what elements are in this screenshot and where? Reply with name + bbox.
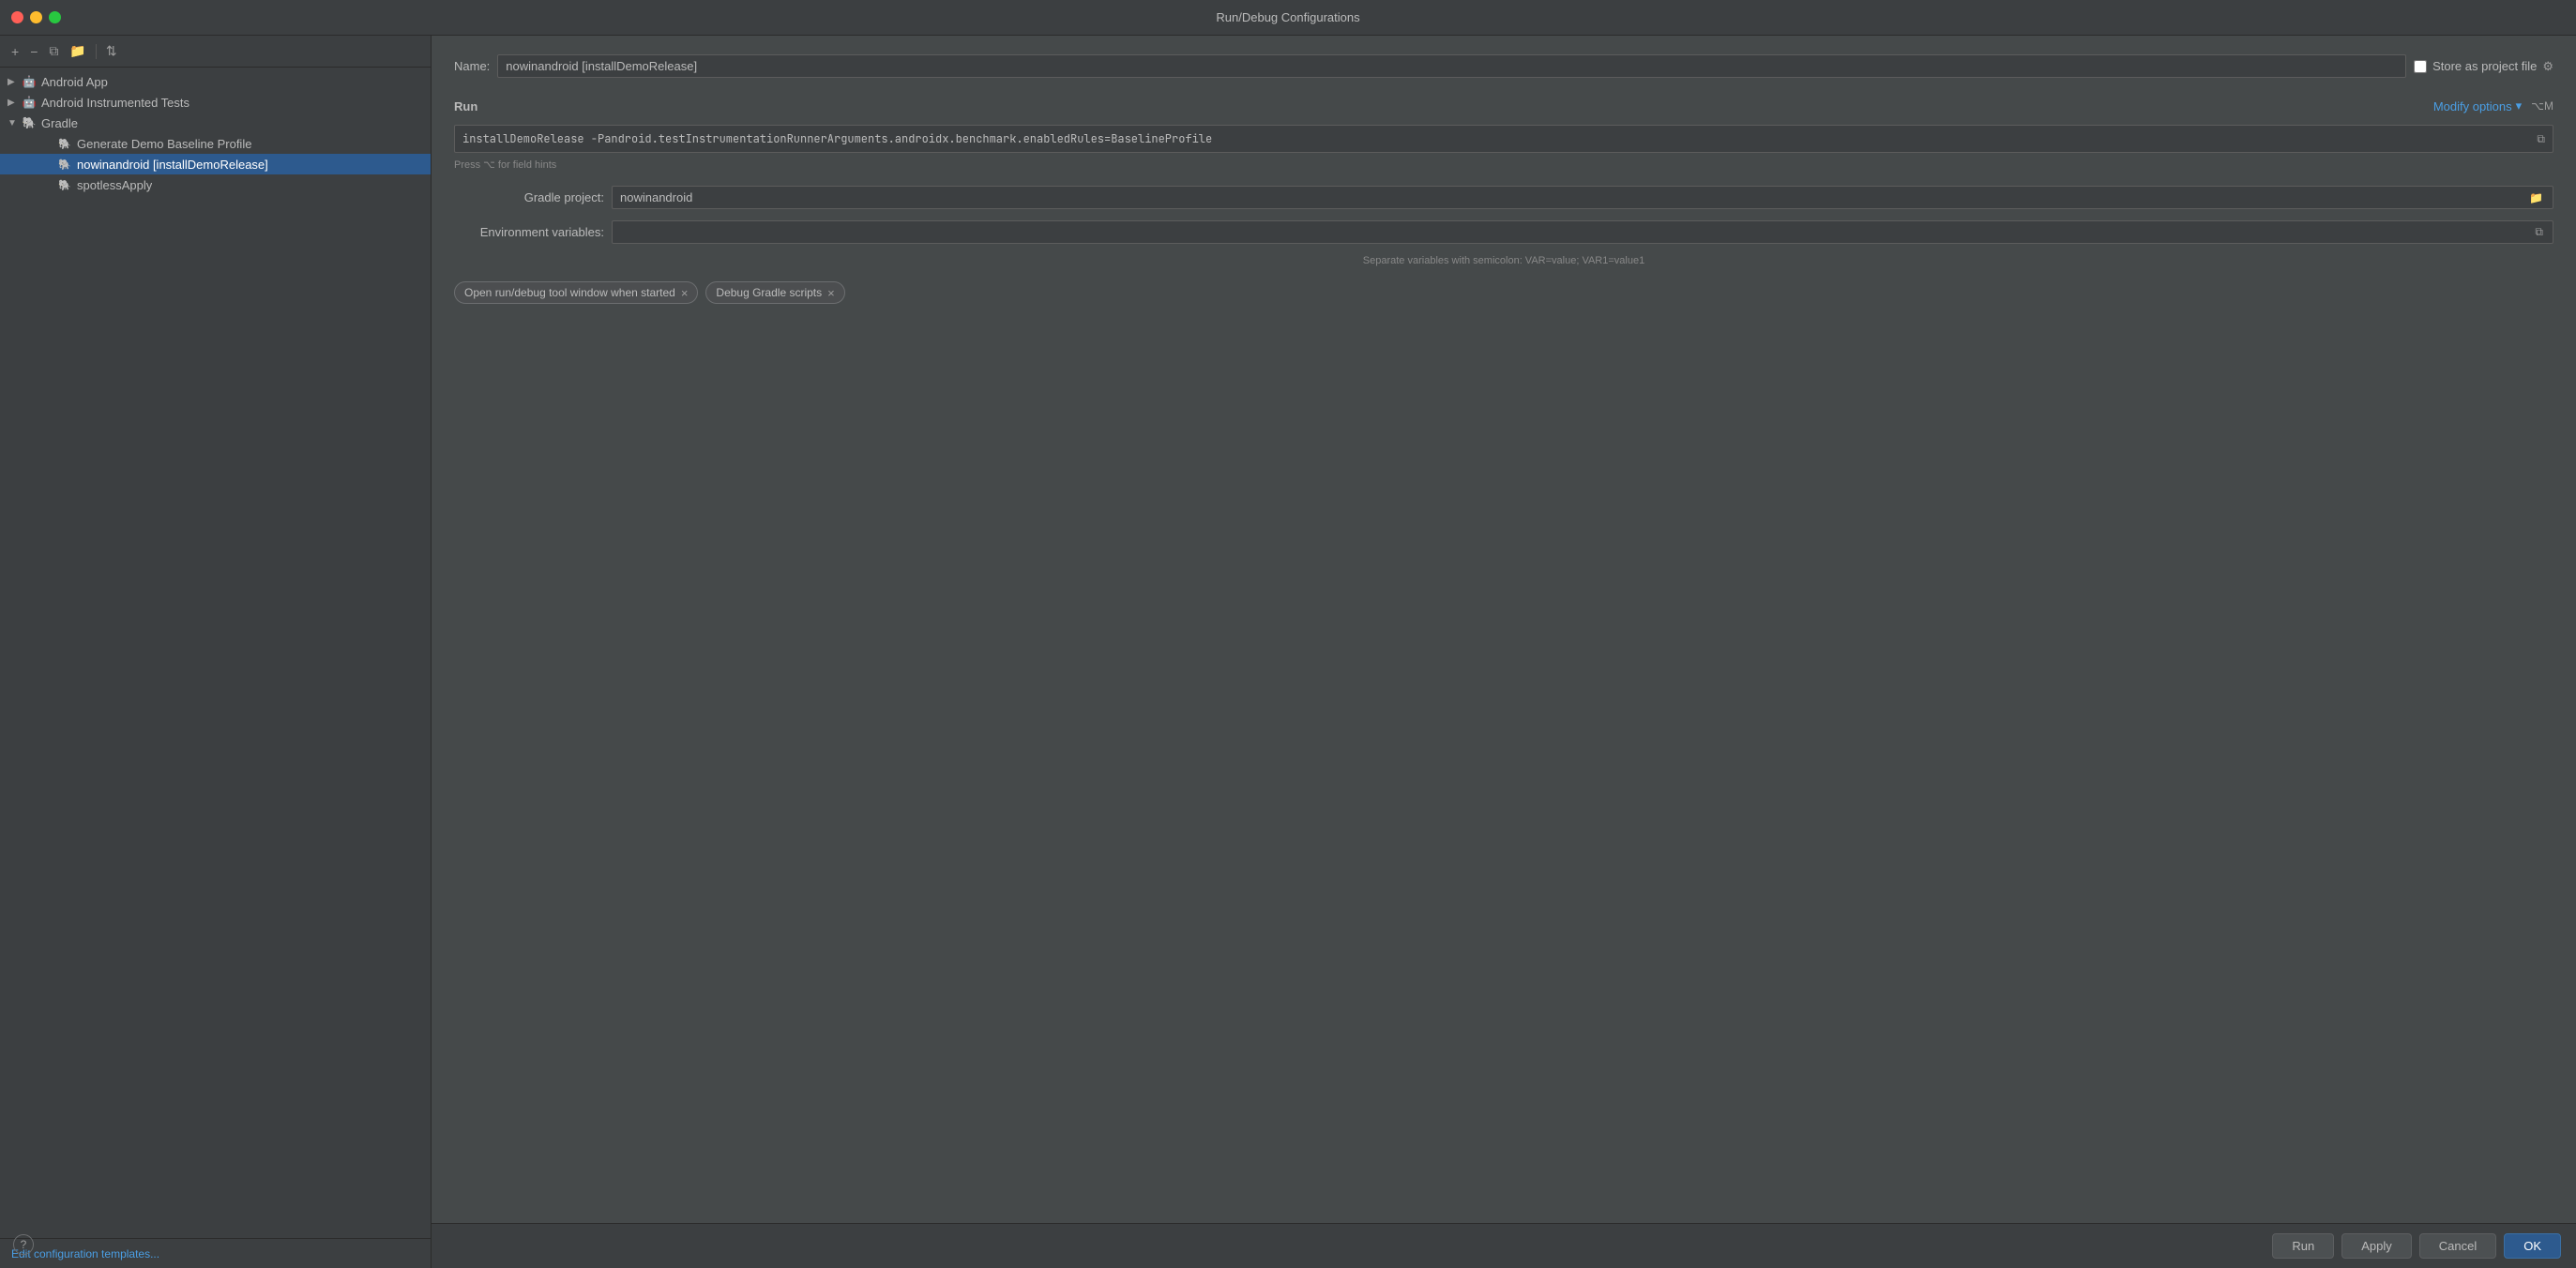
window-controls[interactable] bbox=[11, 11, 61, 23]
android-instrumented-icon: 🤖 bbox=[21, 95, 38, 110]
chevron-right-icon: ▶ bbox=[8, 77, 21, 87]
env-hint: Separate variables with semicolon: VAR=v… bbox=[454, 255, 2553, 266]
minimize-button[interactable] bbox=[30, 11, 42, 23]
tag-debug-gradle-label: Debug Gradle scripts bbox=[716, 286, 822, 299]
tree-item-label: nowinandroid [installDemoRelease] bbox=[77, 158, 268, 172]
modify-options-shortcut: ⌥M bbox=[2531, 99, 2553, 113]
run-section-title: Run bbox=[454, 99, 477, 113]
env-variables-row: Environment variables: ⧉ bbox=[454, 220, 2553, 244]
run-button[interactable]: Run bbox=[2272, 1233, 2334, 1259]
sidebar: + − ⧉ 📁 ⇅ ▶ 🤖 Android App bbox=[0, 36, 432, 1268]
chevron-right-icon: ▶ bbox=[8, 98, 21, 108]
run-command-text: installDemoRelease -Pandroid.testInstrum… bbox=[462, 131, 2529, 146]
tag-open-window-label: Open run/debug tool window when started bbox=[464, 286, 675, 299]
field-hints: Press ⌥ for field hints bbox=[454, 158, 2553, 171]
main-layout: + − ⧉ 📁 ⇅ ▶ 🤖 Android App bbox=[0, 36, 2576, 1268]
apply-button[interactable]: Apply bbox=[2341, 1233, 2412, 1259]
window-title: Run/Debug Configurations bbox=[1216, 10, 1359, 24]
name-label: Name: bbox=[454, 59, 490, 73]
gradle-task-icon: 🐘 bbox=[56, 177, 73, 192]
tree-item-generate-demo[interactable]: 🐘 Generate Demo Baseline Profile bbox=[0, 133, 431, 154]
name-row: Name: Store as project file ⚙ bbox=[454, 54, 2553, 78]
remove-config-button[interactable]: − bbox=[26, 42, 41, 61]
copy-command-icon[interactable]: ⧉ bbox=[2537, 132, 2545, 146]
copy-config-button[interactable]: ⧉ bbox=[45, 41, 62, 61]
tree-item-nowinandroid[interactable]: 🐘 nowinandroid [installDemoRelease] bbox=[0, 154, 431, 174]
help-button[interactable]: ? bbox=[13, 1234, 34, 1255]
add-config-button[interactable]: + bbox=[8, 42, 23, 61]
tag-open-window: Open run/debug tool window when started … bbox=[454, 281, 698, 304]
tree-item-label: Generate Demo Baseline Profile bbox=[77, 137, 251, 151]
tree-item-label: Gradle bbox=[41, 116, 78, 130]
tree-item-android-instrumented[interactable]: ▶ 🤖 Android Instrumented Tests bbox=[0, 92, 431, 113]
tree-item-android-app[interactable]: ▶ 🤖 Android App bbox=[0, 71, 431, 92]
cancel-button[interactable]: Cancel bbox=[2419, 1233, 2496, 1259]
toolbar-separator bbox=[96, 44, 97, 59]
modify-options-label: Modify options bbox=[2433, 99, 2512, 113]
gradle-icon: 🐘 bbox=[21, 115, 38, 130]
tree-item-label: Android Instrumented Tests bbox=[41, 96, 189, 110]
copy-icon: ⧉ bbox=[49, 43, 58, 59]
gradle-project-row: Gradle project: 📁 bbox=[454, 186, 2553, 209]
tag-debug-gradle: Debug Gradle scripts × bbox=[705, 281, 844, 304]
store-project-row: Store as project file ⚙ bbox=[2414, 59, 2553, 74]
ok-button[interactable]: OK bbox=[2504, 1233, 2561, 1259]
action-bar: Run Apply Cancel OK bbox=[432, 1223, 2576, 1268]
sort-button[interactable]: ⇅ bbox=[102, 41, 121, 61]
config-content: Name: Store as project file ⚙ Run Modify… bbox=[432, 36, 2576, 1223]
run-section-header: Run Modify options ▾ ⌥M bbox=[454, 97, 2553, 115]
tags-row: Open run/debug tool window when started … bbox=[454, 281, 2553, 304]
sort-icon: ⇅ bbox=[106, 43, 117, 59]
tree-item-label: Android App bbox=[41, 75, 108, 89]
folder-browse-icon[interactable]: 📁 bbox=[2527, 191, 2545, 204]
sidebar-tree: ▶ 🤖 Android App ▶ 🤖 Android Instrumented… bbox=[0, 68, 431, 1238]
modify-options-button[interactable]: Modify options ▾ bbox=[2430, 97, 2525, 115]
gradle-project-label: Gradle project: bbox=[454, 190, 604, 204]
close-button[interactable] bbox=[11, 11, 23, 23]
tree-item-spotless-apply[interactable]: 🐘 spotlessApply bbox=[0, 174, 431, 195]
tree-item-gradle[interactable]: ▼ 🐘 Gradle bbox=[0, 113, 431, 133]
folder-button[interactable]: 📁 bbox=[66, 41, 89, 61]
tag-open-window-close[interactable]: × bbox=[681, 287, 689, 299]
android-app-icon: 🤖 bbox=[21, 74, 38, 89]
env-edit-icon[interactable]: ⧉ bbox=[2533, 225, 2545, 239]
minus-icon: − bbox=[30, 44, 38, 59]
chevron-down-icon: ▼ bbox=[8, 118, 21, 128]
right-panel: Name: Store as project file ⚙ Run Modify… bbox=[432, 36, 2576, 1268]
plus-icon: + bbox=[11, 44, 19, 59]
store-project-label: Store as project file bbox=[2432, 59, 2537, 73]
gradle-task-icon: 🐘 bbox=[56, 157, 73, 172]
chevron-down-icon: ▾ bbox=[2516, 98, 2523, 113]
edit-templates-link[interactable]: Edit configuration templates... bbox=[11, 1247, 159, 1260]
folder-icon: 📁 bbox=[69, 43, 85, 59]
gradle-project-input[interactable] bbox=[620, 190, 2527, 204]
sidebar-footer: Edit configuration templates... bbox=[0, 1238, 431, 1268]
env-variables-input-wrapper: ⧉ bbox=[612, 220, 2553, 244]
maximize-button[interactable] bbox=[49, 11, 61, 23]
gradle-project-input-wrapper: 📁 bbox=[612, 186, 2553, 209]
title-bar: Run/Debug Configurations bbox=[0, 0, 2576, 36]
tag-debug-gradle-close[interactable]: × bbox=[827, 287, 835, 299]
store-project-checkbox[interactable] bbox=[2414, 60, 2427, 73]
gradle-task-icon: 🐘 bbox=[56, 136, 73, 151]
run-command-area: installDemoRelease -Pandroid.testInstrum… bbox=[454, 125, 2553, 153]
env-variables-input[interactable] bbox=[620, 225, 2533, 239]
name-input[interactable] bbox=[497, 54, 2406, 78]
env-variables-label: Environment variables: bbox=[454, 225, 604, 239]
gear-icon[interactable]: ⚙ bbox=[2542, 59, 2553, 74]
sidebar-toolbar: + − ⧉ 📁 ⇅ bbox=[0, 36, 431, 68]
tree-item-label: spotlessApply bbox=[77, 178, 152, 192]
